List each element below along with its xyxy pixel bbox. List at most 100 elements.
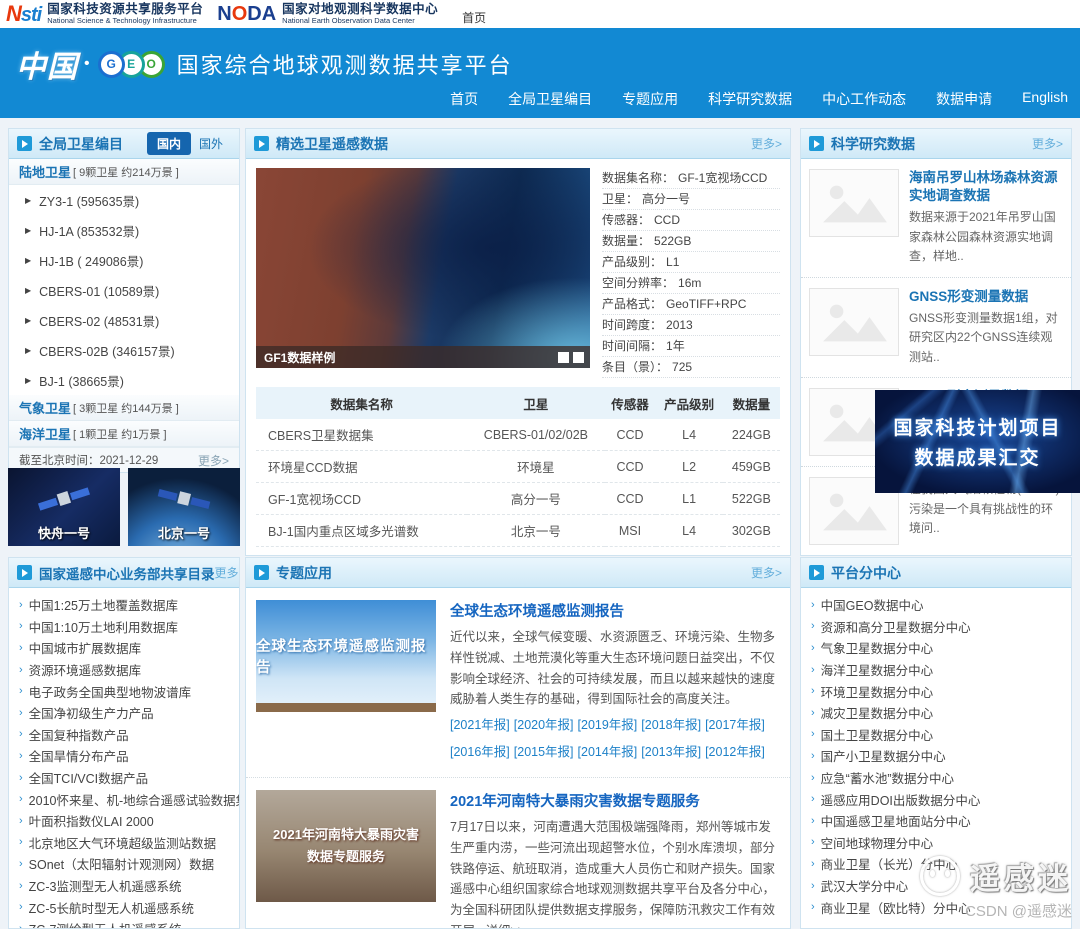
- catalog-link-item[interactable]: › 电子政务全国典型地物波谱库: [19, 680, 239, 702]
- center-link-item[interactable]: › 中国GEO数据中心: [811, 594, 1071, 616]
- tab-foreign[interactable]: 国外: [191, 132, 231, 155]
- nav-link[interactable]: 专题应用: [622, 89, 678, 109]
- gf1-sample-image[interactable]: GF1数据样例: [256, 168, 590, 368]
- catalog-link-item[interactable]: › 全国净初级生产力产品: [19, 702, 239, 724]
- nav-link[interactable]: 科学研究数据: [708, 89, 792, 109]
- science-item-title[interactable]: GNSS形变测量数据: [909, 288, 1063, 306]
- annual-report-link[interactable]: [2017年报]: [705, 718, 765, 732]
- chevron-right-icon: ›: [811, 663, 815, 676]
- nav-link[interactable]: 全局卫星编目: [508, 89, 592, 109]
- catalog-link-item[interactable]: › ZC-7测绘型无人机遥感系统: [19, 918, 239, 928]
- top-home-link[interactable]: 首页: [462, 9, 486, 26]
- nav-link[interactable]: English: [1022, 89, 1068, 109]
- thumb-beijing-1[interactable]: 北京一号: [128, 468, 240, 546]
- catalog-link-item[interactable]: › 全国旱情分布产品: [19, 745, 239, 767]
- center-link-item[interactable]: › 空间地球物理分中心: [811, 832, 1071, 854]
- thumb-label: 快舟一号: [37, 526, 90, 541]
- catalog-link-item[interactable]: › ZC-5长航时型无人机遥感系统: [19, 896, 239, 918]
- catalog-link-item[interactable]: › 中国1:25万土地覆盖数据库: [19, 594, 239, 616]
- center-link-item[interactable]: › 应急“蓄水池”数据分中心: [811, 767, 1071, 789]
- carousel-dot[interactable]: [558, 351, 569, 363]
- center-link-item[interactable]: › 国土卫星数据分中心: [811, 724, 1071, 746]
- science-plan-banner[interactable]: 国家科技计划项目 数据成果汇交: [875, 390, 1080, 493]
- satellite-item-label: ZY3-1 (595635景): [39, 194, 140, 209]
- section-meteo-satellites[interactable]: 气象卫星 [ 3颗卫星 约144万景 ]: [9, 395, 239, 421]
- satellite-item[interactable]: ▶ CBERS-02 (48531景): [9, 305, 239, 335]
- catalog-link-item[interactable]: › 全国复种指数产品: [19, 724, 239, 746]
- science-item-title[interactable]: 海南吊罗山林场森林资源实地调查数据: [909, 169, 1063, 205]
- center-link-item[interactable]: › 资源和高分卫星数据分中心: [811, 616, 1071, 638]
- table-row[interactable]: 环境星CCD数据 环境星 CCD L2 459GB: [256, 450, 780, 483]
- table-row[interactable]: BJ-1国内重点区域多光谱数 北京一号 MSI L4 302GB: [256, 514, 780, 547]
- annual-report-link[interactable]: [2019年报]: [578, 718, 638, 732]
- science-more-link[interactable]: 更多>: [1032, 135, 1063, 152]
- tab-domestic[interactable]: 国内: [146, 132, 191, 155]
- catalog-link-item[interactable]: › 2010怀来星、机-地综合遥感试验数据集: [19, 788, 239, 810]
- catalog-link-item[interactable]: › 资源环境遥感数据库: [19, 659, 239, 681]
- topics-more-link[interactable]: 更多>: [751, 564, 782, 581]
- catalog-link-item[interactable]: › 中国1:10万土地利用数据库: [19, 616, 239, 638]
- thumb-kuaizhou-1[interactable]: 快舟一号: [8, 468, 120, 546]
- metadata-value: GF-1宽视场CCD: [678, 171, 768, 185]
- science-panel-header: 科学研究数据 更多>: [801, 129, 1071, 159]
- chevron-right-icon: ›: [811, 598, 815, 611]
- catalog-link-item[interactable]: › 全国TCI/VCI数据产品: [19, 767, 239, 789]
- cell-dataset-name: 环境星CCD数据: [256, 450, 468, 483]
- catalog-link-item[interactable]: › 叶面积指数仪LAI 2000: [19, 810, 239, 832]
- satellite-item[interactable]: ▶ CBERS-02B (346157景): [9, 335, 239, 365]
- topic-title[interactable]: 全球生态环境遥感监测报告: [450, 600, 780, 621]
- center-link-item[interactable]: › 环境卫星数据分中心: [811, 680, 1071, 702]
- topic-title[interactable]: 2021年河南特大暴雨灾害数据专题服务: [450, 790, 780, 811]
- nav-link[interactable]: 中心工作动态: [822, 89, 906, 109]
- topics-panel: 专题应用 更多> 全球生态环境遥感监测报告 全球生态环境遥感监测报告 近代以来，…: [245, 557, 791, 929]
- annual-report-link[interactable]: [2020年报]: [514, 718, 574, 732]
- catalog-more-link[interactable]: 更多>: [198, 452, 229, 469]
- annual-report-link[interactable]: [2015年报]: [514, 745, 574, 759]
- annual-report-link[interactable]: [2021年报]: [450, 718, 510, 732]
- metadata-label: 卫星：: [602, 192, 639, 206]
- center-link-item[interactable]: › 减灾卫星数据分中心: [811, 702, 1071, 724]
- annual-report-link[interactable]: [2014年报]: [578, 745, 638, 759]
- annual-report-link[interactable]: [2013年报]: [641, 745, 701, 759]
- catalog-link-label: 2010怀来星、机-地综合遥感试验数据集: [28, 793, 239, 808]
- center-link-item[interactable]: › 国产小卫星数据分中心: [811, 745, 1071, 767]
- banner-line-2: 数据成果汇交: [914, 448, 1041, 469]
- annual-report-link[interactable]: [2018年报]: [641, 718, 701, 732]
- featured-more-link[interactable]: 更多>: [751, 135, 782, 152]
- satellite-item[interactable]: ▶ HJ-1B ( 249086景): [9, 245, 239, 275]
- topic-thumbnail-eco-report[interactable]: 全球生态环境遥感监测报告: [256, 600, 436, 712]
- carousel-dot[interactable]: [573, 351, 584, 363]
- catalog-link-item[interactable]: › 北京地区大气环境超级监测站数据: [19, 832, 239, 854]
- cell-size: 522GB: [722, 482, 780, 515]
- center-link-item[interactable]: › 海洋卫星数据分中心: [811, 659, 1071, 681]
- table-row[interactable]: CBERS卫星数据集 CBERS-01/02/02B CCD L4 224GB: [256, 419, 780, 451]
- metadata-label: 空间分辨率：: [602, 276, 675, 290]
- catalog-link-item[interactable]: › 中国城市扩展数据库: [19, 637, 239, 659]
- nav-link[interactable]: 数据申请: [936, 89, 992, 109]
- topic-thumbnail-henan-flood[interactable]: 2021年河南特大暴雨灾害 数据专题服务: [256, 790, 436, 903]
- section-land-satellites[interactable]: 陆地卫星 [ 9颗卫星 约214万景 ]: [9, 159, 239, 185]
- satellite-item[interactable]: ▶ ZY3-1 (595635景): [9, 185, 239, 215]
- catalog-link-item[interactable]: › ZC-3监测型无人机遥感系统: [19, 875, 239, 897]
- section-ocean-satellites[interactable]: 海洋卫星 [ 1颗卫星 约1万景 ]: [9, 421, 239, 447]
- annual-report-link[interactable]: [2012年报]: [705, 745, 765, 759]
- satellite-item[interactable]: ▶ BJ-1 (38665景): [9, 365, 239, 395]
- cell-size: 459GB: [722, 450, 780, 483]
- cell-sensor: CCD: [604, 419, 656, 451]
- center-link-item[interactable]: › 中国遥感卫星地面站分中心: [811, 810, 1071, 832]
- featured-body: GF1数据样例 数据集名称： GF-1宽视场CCD 卫星： 高分一号 传感器： …: [246, 159, 790, 387]
- nav-link[interactable]: 首页: [450, 89, 478, 109]
- science-item-desc: GNSS形变测量数据1组，对研究区内22个GNSS连续观测站..: [909, 310, 1058, 364]
- center-link-item[interactable]: › 遥感应用DOI出版数据分中心: [811, 788, 1071, 810]
- annual-report-link[interactable]: [2016年报]: [450, 745, 510, 759]
- table-row[interactable]: BJ-1国外重点区域多光谱数 北京一号 MSI L4 31.2GB: [256, 546, 780, 555]
- table-row[interactable]: GF-1宽视场CCD 高分一号 CCD L1 522GB: [256, 482, 780, 515]
- shared-more-link[interactable]: 更多>: [215, 564, 240, 581]
- chevron-right-icon: ›: [19, 620, 23, 633]
- center-link-item[interactable]: › 气象卫星数据分中心: [811, 637, 1071, 659]
- thumb-label: 北京一号: [157, 526, 210, 541]
- catalog-link-item[interactable]: › SOnet（太阳辐射计观测网）数据: [19, 853, 239, 875]
- satellite-item[interactable]: ▶ HJ-1A (853532景): [9, 215, 239, 245]
- satellite-item[interactable]: ▶ CBERS-01 (10589景): [9, 275, 239, 305]
- cell-sensor: MSI: [604, 546, 656, 555]
